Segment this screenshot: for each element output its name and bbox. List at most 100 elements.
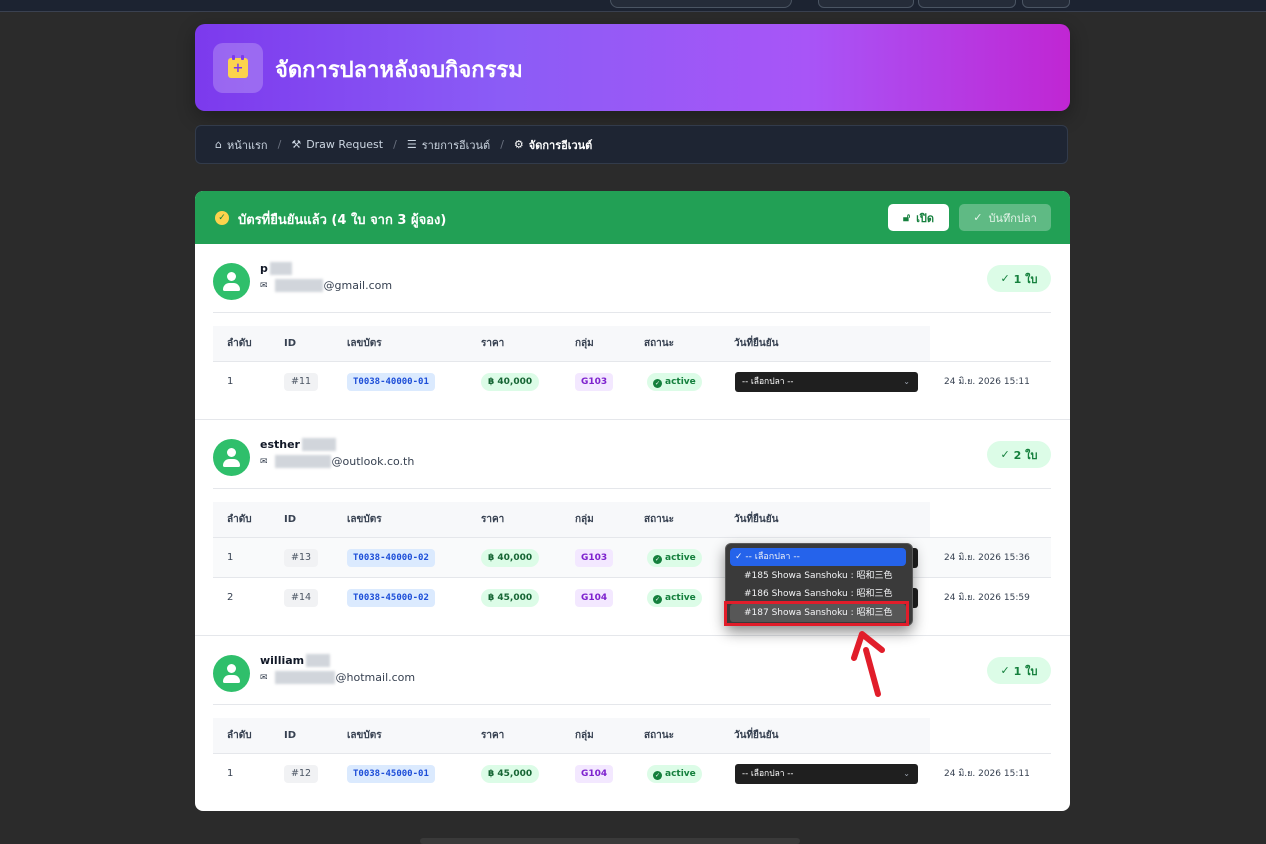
ticket-number: T0038-40000-01 xyxy=(347,373,435,391)
dropdown-option-185[interactable]: #185 Showa Sanshoku : 昭和三色 xyxy=(730,567,906,585)
table-row: 1 #13 T0038-40000-02 ฿ 40,000 G103 ✓ acti… xyxy=(213,537,1051,578)
col-date: วันที่ยืนยัน xyxy=(734,514,779,525)
confirm-date: 24 มิ.ย. 2026 15:59 xyxy=(944,593,1030,603)
status-badge: ✓ active xyxy=(647,589,702,607)
row-no: 2 xyxy=(227,592,234,603)
col-no: ลำดับ xyxy=(227,514,252,525)
col-id: ID xyxy=(284,338,297,349)
divider xyxy=(213,704,1051,705)
fish-select[interactable]: -- เลือกปลา --⌄ xyxy=(735,764,918,784)
price-badge: ฿ 40,000 xyxy=(481,373,540,391)
breadcrumb-manage-event: จัดการอีเวนต์ xyxy=(528,138,593,152)
annotation-arrow-icon xyxy=(851,631,885,697)
envelope-icon: ✉ xyxy=(260,456,268,467)
check-icon: ✓ xyxy=(653,555,662,564)
top-button-2[interactable] xyxy=(918,0,1016,8)
page-header: + จัดการปลาหลังจบกิจกรรม xyxy=(195,24,1070,111)
row-id: #13 xyxy=(284,549,319,567)
user-name: esther xyxy=(260,438,336,451)
table-header: ลำดับ ID เลขบัตร ราคา กลุ่ม สถานะ วันที่… xyxy=(213,502,930,537)
breadcrumb-draw-request[interactable]: Draw Request xyxy=(306,138,383,151)
user-avatar-icon xyxy=(213,655,250,692)
col-group: กลุ่ม xyxy=(575,514,594,525)
confirmed-tickets-panel: ✓ บัตรที่ยืนยันแล้ว (4 ใบ จาก 3 ผู้จอง) … xyxy=(195,191,1070,811)
row-id: #14 xyxy=(284,589,319,607)
chevron-down-icon: ⌄ xyxy=(903,377,910,386)
panel-header: ✓ บัตรที่ยืนยันแล้ว (4 ใบ จาก 3 ผู้จอง) … xyxy=(195,191,1070,244)
fish-select[interactable]: -- เลือกปลา --⌄ xyxy=(735,372,918,392)
col-date: วันที่ยืนยัน xyxy=(734,730,779,741)
col-id: ID xyxy=(284,514,297,525)
confirm-date: 24 มิ.ย. 2026 15:11 xyxy=(944,377,1030,387)
footer-text-blurred xyxy=(420,838,800,844)
ticket-number: T0038-45000-01 xyxy=(347,765,435,783)
table-header: ลำดับ ID เลขบัตร ราคา กลุ่ม สถานะ วันที่… xyxy=(213,326,930,361)
panel-title: บัตรที่ยืนยันแล้ว (4 ใบ จาก 3 ผู้จอง) xyxy=(238,213,447,228)
group-badge: G103 xyxy=(575,549,614,567)
row-no: 1 xyxy=(227,552,234,563)
dropdown-option-placeholder[interactable]: ✓ -- เลือกปลา -- xyxy=(730,548,906,566)
top-search-pill[interactable] xyxy=(610,0,792,8)
browser-top-bar xyxy=(0,0,1266,12)
list-icon: ☰ xyxy=(406,138,417,151)
table-header: ลำดับ ID เลขบัตร ราคา กลุ่ม สถานะ วันที่… xyxy=(213,718,930,753)
col-status: สถานะ xyxy=(644,338,674,349)
open-button[interactable]: 🔓︎ เปิด xyxy=(888,204,949,231)
row-no: 1 xyxy=(227,376,234,387)
check-icon: ✓ xyxy=(653,771,662,780)
breadcrumb-home[interactable]: หน้าแรก xyxy=(227,136,268,154)
ticket-number: T0038-45000-02 xyxy=(347,589,435,607)
divider xyxy=(213,488,1051,489)
user-name: p xyxy=(260,262,292,275)
user-name: william xyxy=(260,654,331,667)
col-no: ลำดับ xyxy=(227,338,252,349)
ticket-number: T0038-40000-02 xyxy=(347,549,435,567)
check-circle-icon: ✓ xyxy=(215,211,229,225)
breadcrumb: ⌂ หน้าแรก / ⚒ Draw Request / ☰ รายการอีเ… xyxy=(195,125,1068,164)
check-icon: ✓ xyxy=(653,595,662,604)
price-badge: ฿ 40,000 xyxy=(481,549,540,567)
breadcrumb-separator: / xyxy=(500,138,504,151)
user-avatar-icon xyxy=(213,263,250,300)
group-badge: G103 xyxy=(575,373,614,391)
group-badge: G104 xyxy=(575,589,614,607)
calendar-plus-icon: + xyxy=(213,43,263,93)
gear-icon: ⚙ xyxy=(513,138,524,151)
user-email: ✉ @hotmail.com xyxy=(260,671,416,684)
top-button-1[interactable] xyxy=(818,0,914,8)
breadcrumb-event-list[interactable]: รายการอีเวนต์ xyxy=(422,136,490,154)
col-group: กลุ่ม xyxy=(575,338,594,349)
col-no: ลำดับ xyxy=(227,730,252,741)
envelope-icon: ✉ xyxy=(260,280,268,291)
chevron-down-icon: ⌄ xyxy=(903,769,910,778)
ticket-count-badge: ✓ 1 ใบ xyxy=(987,265,1051,292)
price-badge: ฿ 45,000 xyxy=(481,589,540,607)
col-group: กลุ่ม xyxy=(575,730,594,741)
status-badge: ✓ active xyxy=(647,549,702,567)
table-row: 1 #11 T0038-40000-01 ฿ 40,000 G103 ✓ acti… xyxy=(213,361,1051,402)
page-title: จัดการปลาหลังจบกิจกรรม xyxy=(275,58,523,83)
breadcrumb-separator: / xyxy=(277,138,282,151)
col-date: วันที่ยืนยัน xyxy=(734,338,779,349)
col-status: สถานะ xyxy=(644,514,674,525)
annotation-highlight-box xyxy=(724,601,909,626)
price-badge: ฿ 45,000 xyxy=(481,765,540,783)
check-icon: ✓ xyxy=(653,379,662,388)
status-badge: ✓ active xyxy=(647,373,702,391)
col-ticket: เลขบัตร xyxy=(347,514,382,525)
save-fish-button-label: บันทึกปลา xyxy=(988,211,1037,225)
top-button-3[interactable] xyxy=(1022,0,1070,8)
breadcrumb-separator: / xyxy=(393,138,397,151)
group-badge: G104 xyxy=(575,765,614,783)
row-id: #12 xyxy=(284,765,319,783)
check-icon: ✓ xyxy=(973,211,983,224)
store-icon: ⌂ xyxy=(215,138,222,151)
col-status: สถานะ xyxy=(644,730,674,741)
hammer-icon: ⚒ xyxy=(291,138,302,151)
row-no: 1 xyxy=(227,768,234,779)
save-fish-button[interactable]: ✓ บันทึกปลา xyxy=(959,204,1051,231)
status-badge: ✓ active xyxy=(647,765,702,783)
user-email: ✉ @outlook.co.th xyxy=(260,455,415,468)
table-row: 1 #12 T0038-45000-01 ฿ 45,000 G104 ✓ acti… xyxy=(213,753,1051,794)
col-ticket: เลขบัตร xyxy=(347,338,382,349)
